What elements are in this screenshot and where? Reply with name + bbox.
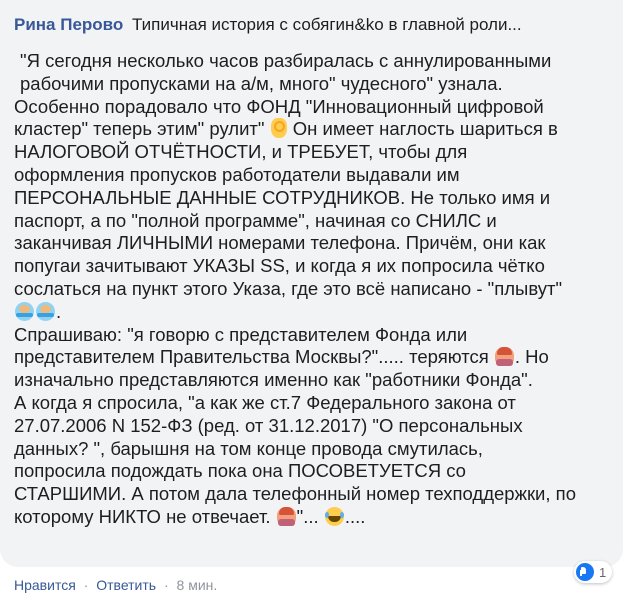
reaction-count: 1 [599, 564, 607, 580]
comment-text-segment: Он имеет наглость шариться в [287, 118, 558, 140]
comment-line: НАЛОГОВОЙ ОТЧЁТНОСТИ, и ТРЕБУЕТ, чтобы д… [14, 141, 468, 163]
comment-text-segment: представителем Правительства Москвы?"...… [14, 346, 489, 368]
facepalm-emoji-icon [494, 347, 514, 367]
ok-hand-emoji-icon [270, 118, 287, 139]
comment-line: А когда я спросила, "а как же ст.7 Федер… [14, 391, 516, 413]
comment-line: представителем Правительства Москвы?"...… [14, 346, 614, 369]
reaction-badge[interactable]: 1 [574, 561, 613, 583]
comment-line: изначально представляются именно как "ра… [14, 369, 533, 391]
comment-line: ПЕРСОНАЛЬНЫЕ ДАННЫЕ СОТРУДНИКОВ. Не толь… [14, 186, 551, 208]
comment-text-segment: . [56, 300, 62, 322]
comment-line: заканчивая ЛИЧНЫМИ номерами телефона. Пр… [14, 232, 546, 254]
comment-line: попросила подождать пока она ПОСОВЕТУЕТС… [14, 460, 466, 482]
comment-line: Спрашиваю: "я говорю с представителем Фо… [14, 323, 468, 345]
comment-line: которому НИКТО не отвечает. "... .... [14, 506, 614, 529]
comment-actions: Нравится · Ответить · 8 мин. [14, 576, 217, 594]
swimmer-emoji-icon [15, 301, 34, 321]
comment-line: кластер" теперь этим" рулит" Он имеет на… [14, 118, 614, 141]
author-name-link[interactable]: Рина Перово [14, 15, 123, 34]
comment-line: попугаи зачитывают УКАЗЫ SS, и когда я и… [14, 255, 545, 277]
comment-line: сослаться на пункт этого Указа, где это … [14, 277, 563, 299]
comment-header: Рина Перово Типичная история с собягин&k… [14, 14, 522, 36]
comment-text-segment: "... [296, 505, 324, 527]
tears-of-joy-emoji-icon [324, 506, 344, 526]
comment-line: 27.07.2006 N 152-ФЗ (ред. от 31.12.2017)… [14, 414, 523, 436]
separator: · [83, 577, 89, 593]
comment-text-segment: .... [344, 505, 366, 527]
separator: · [163, 577, 169, 593]
swimmer-emoji-icon [36, 301, 55, 321]
comment-header-text: Типичная история с собягин&ko в главной … [132, 15, 522, 34]
comment-line: оформления пропусков работодатели выдава… [14, 163, 460, 185]
reply-button[interactable]: Ответить [96, 577, 156, 593]
comment-line: Особенно порадовало что ФОНД "Инновацион… [14, 95, 544, 117]
comment-text-segment: которому НИКТО не отвечает. [14, 505, 276, 527]
comment-line: паспорт, а по "полной программе", начина… [14, 209, 497, 231]
comment-line: "Я сегодня несколько часов разбиралась с… [20, 50, 552, 71]
comment-bubble: Рина Перово Типичная история с собягин&k… [0, 0, 623, 567]
like-icon [576, 563, 594, 581]
comment-line: . [14, 301, 614, 324]
comment-text-segment: . Но [514, 346, 549, 368]
comment-line: СТАРШИМИ. А потом дала телефонный номер … [14, 483, 576, 505]
comment-timestamp[interactable]: 8 мин. [177, 577, 218, 593]
facepalm-emoji-icon [276, 506, 296, 526]
comment-body: "Я сегодня несколько часов разбиралась с… [14, 50, 614, 529]
comment-line: данных? ", барышня на том конце провода … [14, 437, 483, 459]
comment-text-segment: кластер" теперь этим" рулит" [14, 118, 265, 140]
like-button[interactable]: Нравится [14, 577, 76, 593]
comment-line: рабочими пропусками на а/м, много" чудес… [20, 72, 503, 94]
